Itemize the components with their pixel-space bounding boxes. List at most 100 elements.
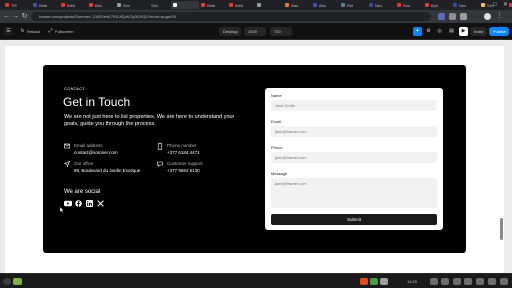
tab-title: Web [207, 2, 216, 8]
tab-title: Web [67, 2, 76, 8]
menu-icon[interactable]: ⋮ [496, 13, 503, 20]
tab-title: Sch [151, 2, 158, 8]
browser-tab[interactable]: Sch [115, 1, 143, 9]
globe-icon[interactable]: ◎ [435, 27, 444, 36]
close-icon[interactable]: ✕ [503, 1, 508, 9]
publish-button[interactable]: Publish [489, 27, 509, 36]
tab-title: TE! [11, 2, 18, 8]
browser-tab[interactable] [171, 1, 199, 9]
tab-title: Gas [291, 2, 299, 8]
browser-tab[interactable]: Neo [367, 1, 395, 9]
x-icon[interactable] [97, 200, 104, 207]
reload-icon[interactable]: ↻ [20, 12, 29, 21]
tab-title: Web [39, 2, 48, 8]
linkedin-icon[interactable] [86, 200, 93, 207]
message-textarea[interactable] [271, 178, 437, 208]
browser-tab[interactable]: Bes [87, 1, 115, 9]
fullscreen-icon[interactable]: ⤢ [46, 27, 55, 36]
fullscreen-label[interactable]: Fullscreen [55, 28, 73, 35]
browser-tab[interactable]: Ref [339, 1, 367, 9]
canvas-scrollbar[interactable] [500, 218, 503, 240]
message-label: Message [271, 171, 288, 176]
tab-favicon-icon [33, 3, 37, 7]
browser-tab[interactable]: Web [199, 1, 227, 9]
tray-app-icon[interactable] [370, 278, 378, 285]
section-eyebrow: CONTACT [64, 86, 86, 91]
browser-tab[interactable]: Sch [143, 1, 171, 9]
width-input[interactable]: 1920 [244, 27, 266, 36]
browser-tab[interactable]: TE! [3, 1, 31, 9]
clock[interactable]: 14:29 [407, 278, 417, 285]
tray-app-icon[interactable] [380, 278, 388, 285]
settings-icon[interactable]: ⚙ [424, 27, 433, 36]
tab-favicon-icon [173, 3, 177, 7]
email-value[interactable]: contact@somner.com [74, 150, 118, 156]
power-icon[interactable] [500, 278, 508, 285]
height-input[interactable]: 720 [270, 27, 292, 36]
maximize-icon[interactable]: □ [493, 1, 497, 9]
framer-toolbar: ☰ ↻ Reload ⤢ Fullscreen Desktop 1920 720… [0, 23, 512, 40]
volume-icon[interactable] [441, 278, 449, 285]
browser-tab[interactable] [255, 1, 283, 9]
name-input[interactable] [271, 100, 437, 111]
browser-tab[interactable]: Sno [395, 1, 423, 9]
play-icon[interactable]: ▶ [459, 27, 468, 36]
tab-favicon-icon [61, 3, 65, 7]
facebook-icon[interactable] [75, 200, 82, 207]
framer-menu-icon[interactable]: ☰ [4, 27, 13, 36]
tab-favicon-icon [425, 3, 429, 7]
minimize-icon[interactable]: – [482, 1, 485, 9]
tab-favicon-icon [145, 3, 149, 7]
browser-tab[interactable]: Web [59, 1, 87, 9]
tab-title: Abo [319, 2, 327, 8]
browser-tab[interactable]: Neo [451, 1, 479, 9]
phone-input[interactable] [271, 152, 437, 163]
phone-icon [157, 143, 163, 150]
start-menu-icon[interactable] [3, 278, 11, 285]
avatar[interactable] [484, 13, 491, 20]
tab-title: Ref [347, 2, 354, 8]
browser-tab[interactable]: Web [31, 1, 59, 9]
forward-icon[interactable]: → [11, 12, 20, 21]
tab-favicon-icon [201, 3, 205, 7]
battery-icon[interactable] [453, 278, 461, 285]
support-value[interactable]: +377 9564 5130 [167, 168, 200, 174]
extension-icon[interactable] [438, 13, 445, 20]
bluetooth-icon[interactable] [488, 278, 496, 285]
invite-button[interactable]: Invite [470, 27, 487, 36]
tab-title: Sno [403, 2, 411, 8]
tray-app-icon[interactable] [360, 278, 368, 285]
email-label: Email address [74, 143, 103, 148]
puzzle-icon[interactable] [460, 13, 467, 20]
stats-icon[interactable]: ▤ [447, 27, 456, 36]
url-input[interactable]: framer.com/projects/Summer--Z4i0TæfK7RDJ… [31, 12, 431, 21]
reload-label[interactable]: Reload [27, 28, 40, 35]
tab-favicon-icon [369, 3, 373, 7]
app-launcher-icon[interactable] [13, 278, 22, 285]
device-select[interactable]: Desktop [219, 27, 241, 36]
browser-tab[interactable]: Abo [311, 1, 339, 9]
browser-tab[interactable]: Gas [283, 1, 311, 9]
tab-favicon-icon [341, 3, 345, 7]
submit-button[interactable]: Submit [271, 214, 437, 225]
back-icon[interactable]: ← [2, 12, 11, 21]
ai-icon[interactable]: ✦ [413, 27, 422, 36]
youtube-icon[interactable] [64, 200, 72, 207]
tab-favicon-icon [453, 3, 457, 7]
chart-extension-icon[interactable] [449, 13, 456, 20]
phone-value[interactable]: +377 6184 4471 [167, 150, 200, 156]
tab-favicon-icon [285, 3, 289, 7]
office-value: 89, Boulevard du Jardin Exotique [74, 168, 141, 173]
support-label: Customer support [167, 161, 203, 166]
email-input[interactable] [271, 126, 437, 137]
settings-tray-icon[interactable] [476, 278, 484, 285]
browser-tab[interactable]: Bph [423, 1, 451, 9]
browser-tab-strip: TE! Web Web Bes Sch Sch Web Web Gas Abo Ref Neo Sno B… [0, 0, 512, 10]
phone-label: Phone number [167, 143, 197, 148]
social-heading: We are social [64, 189, 101, 195]
address-bar: ← → ↻ framer.com/projects/Summer--Z4i0Tæ… [0, 10, 512, 23]
reload-preview-icon[interactable]: ↻ [18, 27, 27, 36]
browser-tab[interactable]: Web [227, 1, 255, 9]
notification-icon[interactable] [464, 278, 472, 285]
network-icon[interactable] [430, 278, 438, 285]
